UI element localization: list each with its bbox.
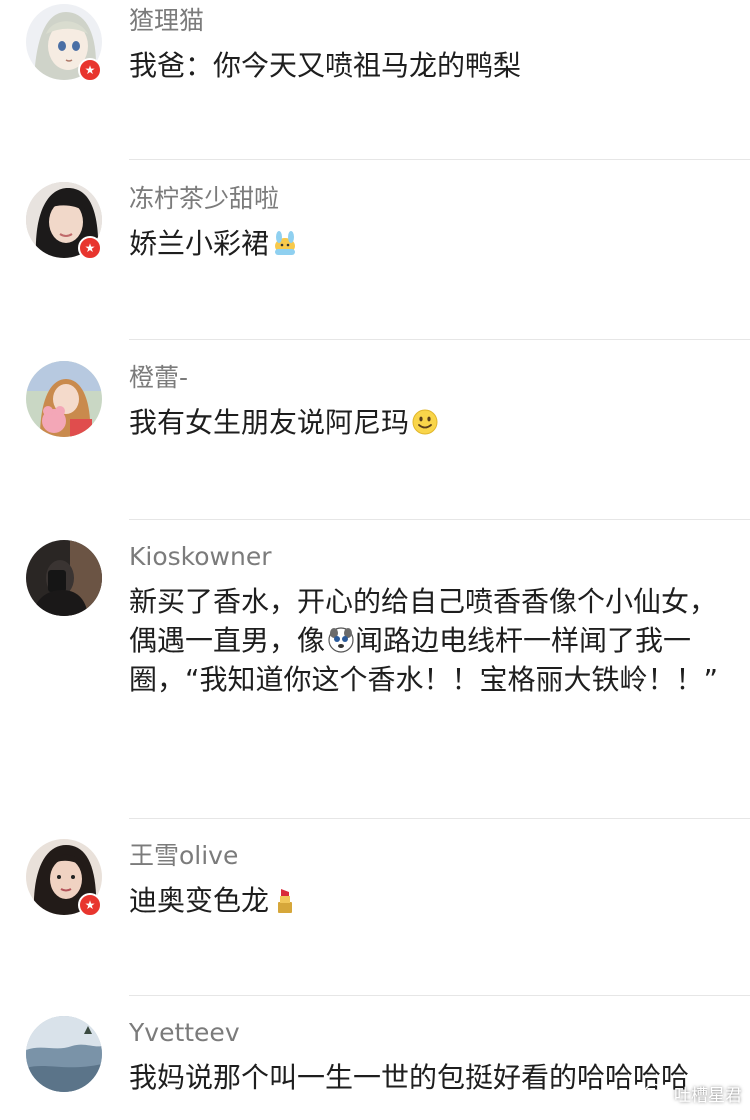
smile-emoji-icon (412, 409, 438, 435)
comment-username[interactable]: 王雪olive (129, 839, 238, 873)
wechat-official-account-icon (644, 1083, 670, 1104)
comment-text: 新买了香水，开心的给自己喷香香像个小仙女，偶遇一直男，像 闻路边电线杆一样闻了我… (129, 582, 719, 699)
landscape-avatar-icon (26, 1016, 102, 1092)
comment-text-content: 我妈说那个叫一生一世的包挺好看的哈哈哈哈 (129, 1061, 690, 1094)
user-avatar[interactable] (26, 1016, 102, 1092)
divider (129, 159, 750, 160)
comment-text-content: 娇兰小彩裙 (129, 227, 270, 260)
comment-text-content: 迪奥变色龙 (129, 884, 270, 917)
comment-text: 我妈说那个叫一生一世的包挺好看的哈哈哈哈 (129, 1058, 719, 1097)
watermark: 吐槽星君 (644, 1081, 742, 1106)
comment-text-content: 我有女生朋友说阿尼玛 (129, 406, 410, 439)
dark-photo-avatar-icon (26, 540, 102, 616)
divider (129, 339, 750, 340)
comment-username[interactable]: 橙蕾- (129, 361, 188, 395)
verified-badge-icon: ★ (78, 236, 102, 260)
divider (129, 818, 750, 819)
comment-username[interactable]: 猹理猫 (129, 4, 204, 38)
bunny-ears-emoji-icon (275, 231, 296, 255)
user-avatar[interactable] (26, 361, 102, 437)
verified-badge-icon: ★ (78, 58, 102, 82)
user-avatar[interactable] (26, 540, 102, 616)
comment-text: 迪奥变色龙 (129, 881, 719, 920)
dog-face-emoji-icon (328, 627, 354, 653)
comment-username[interactable]: Kioskowner (129, 540, 272, 574)
comment-username[interactable]: Yvetteev (129, 1016, 240, 1050)
divider (129, 519, 750, 520)
lipstick-emoji-icon (278, 889, 293, 913)
comment-text-content: 我爸：你今天又喷祖马龙的鸭梨 (129, 49, 522, 82)
comment-text: 我爸：你今天又喷祖马龙的鸭梨 (129, 46, 719, 85)
verified-badge-icon: ★ (78, 893, 102, 917)
watermark-label: 吐槽星君 (674, 1086, 742, 1106)
divider (129, 995, 750, 996)
girl-with-plush-avatar-icon (26, 361, 102, 437)
comment-text: 娇兰小彩裙 (129, 224, 719, 263)
comment-text: 我有女生朋友说阿尼玛 (129, 403, 719, 442)
comment-username[interactable]: 冻柠茶少甜啦 (129, 182, 279, 216)
comment-feed: ★ 猹理猫 我爸：你今天又喷祖马龙的鸭梨 ★ 冻柠茶少甜啦 娇兰小彩裙 橙蕾- … (0, 0, 750, 1120)
